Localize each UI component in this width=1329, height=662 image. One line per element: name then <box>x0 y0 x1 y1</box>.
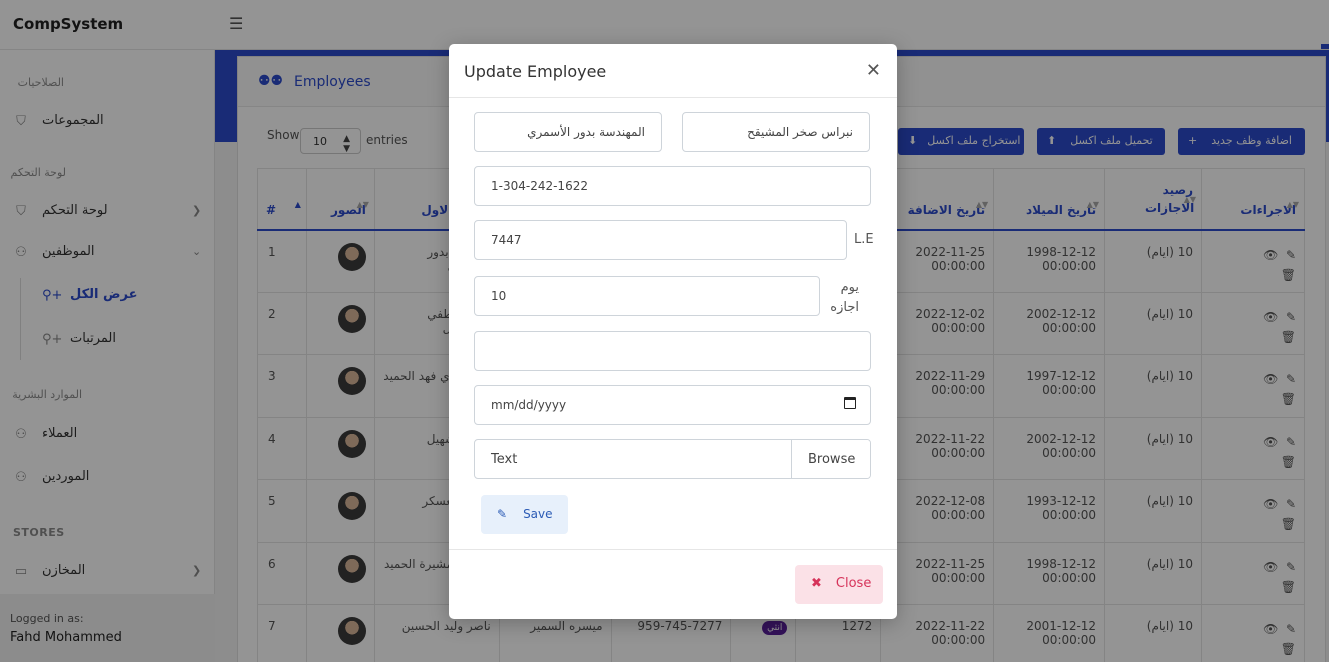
close-icon[interactable]: ✕ <box>866 60 881 81</box>
modal-header: Update Employee ✕ <box>449 44 897 98</box>
file-input[interactable]: Text Browse <box>474 439 871 479</box>
save-button[interactable]: ✎ Save <box>481 495 568 534</box>
date-input[interactable]: mm/dd/yyyy <box>474 385 871 425</box>
modal-footer-divider <box>449 549 897 550</box>
calendar-icon[interactable] <box>844 397 856 409</box>
close-button[interactable]: ✖ Close <box>795 565 883 604</box>
x-icon: ✖ <box>811 576 822 591</box>
salary-unit: L.E <box>854 232 874 247</box>
save-label: Save <box>523 507 553 521</box>
leave-days-input[interactable]: 10 <box>474 276 820 316</box>
leave-days-unit: يوم اجازه <box>830 280 859 315</box>
date-placeholder: mm/dd/yyyy <box>491 398 567 412</box>
edit-icon: ✎ <box>497 507 508 521</box>
update-employee-modal: Update Employee ✕ المهندسة بدور الأسمري … <box>449 44 897 619</box>
close-label: Close <box>835 576 872 591</box>
first-name-input[interactable]: نبراس صخر المشيقح <box>682 112 870 152</box>
phone-input[interactable]: 1-304-242-1622 <box>474 166 871 206</box>
modal-title: Update Employee <box>464 62 607 81</box>
browse-button[interactable]: Browse <box>791 440 870 478</box>
salary-input[interactable]: 7447 <box>474 220 847 260</box>
second-name-input[interactable]: المهندسة بدور الأسمري <box>474 112 662 152</box>
empty-input[interactable] <box>474 331 871 371</box>
file-placeholder: Text <box>491 452 518 467</box>
